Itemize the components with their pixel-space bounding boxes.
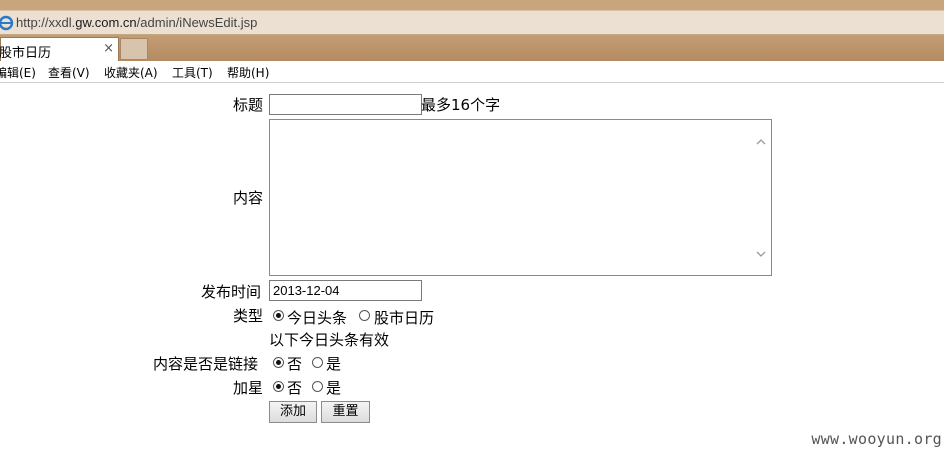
chevron-up-icon[interactable] (755, 136, 767, 148)
reset-button[interactable]: 重置 (321, 401, 370, 423)
menu-tools[interactable]: 工具(T) (172, 64, 213, 81)
address-bar[interactable]: http://xxdl.gw.com.cn/admin/iNewsEdit.js… (0, 10, 944, 35)
ie-browser-icon (0, 15, 14, 31)
star-option-yes: 是 (326, 379, 342, 397)
title-hint: 最多16个字 (421, 96, 501, 114)
new-tab-button[interactable] (120, 38, 148, 60)
menu-help[interactable]: 帮助(H) (227, 64, 269, 81)
star-radio-no[interactable] (273, 381, 284, 392)
is-link-radio-yes[interactable] (312, 357, 323, 368)
title-input[interactable] (269, 94, 422, 115)
tab-title: 股市日历 (0, 46, 52, 61)
is-link-option-no: 否 (287, 355, 303, 373)
star-label: 加星 (233, 379, 264, 397)
type-radio-calendar[interactable] (359, 310, 370, 321)
content-label: 内容 (233, 189, 264, 207)
menu-edit[interactable]: 编辑(E) (0, 64, 36, 81)
tab-active[interactable]: 股市日历 × (0, 37, 119, 61)
type-label: 类型 (233, 307, 264, 325)
date-label: 发布时间 (201, 283, 262, 301)
address-url[interactable]: http://xxdl.gw.com.cn/admin/iNewsEdit.js… (16, 15, 257, 30)
watermark: www.wooyun.org (811, 430, 942, 448)
type-radio-headline[interactable] (273, 310, 284, 321)
star-radio-yes[interactable] (312, 381, 323, 392)
url-domain: gw.com.cn (75, 15, 137, 30)
url-prefix: http://xxdl. (16, 15, 76, 30)
tab-bar: 股市日历 × (0, 35, 944, 61)
type-option-calendar: 股市日历 (374, 309, 435, 327)
menu-view[interactable]: 查看(V) (48, 64, 90, 81)
url-path: /admin/iNewsEdit.jsp (136, 15, 258, 30)
content-textarea[interactable] (269, 119, 772, 276)
is-link-radio-no[interactable] (273, 357, 284, 368)
menu-bar: 编辑(E) 查看(V) 收藏夹(A) 工具(T) 帮助(H) (0, 61, 944, 83)
headline-note: 以下今日头条有效 (269, 331, 390, 349)
menu-favorites[interactable]: 收藏夹(A) (104, 64, 158, 81)
date-input[interactable] (269, 280, 422, 301)
add-button[interactable]: 添加 (269, 401, 317, 423)
is-link-label: 内容是否是链接 (153, 355, 259, 373)
title-label: 标题 (233, 96, 264, 114)
chevron-down-icon[interactable] (755, 248, 767, 260)
type-option-headline: 今日头条 (287, 309, 348, 327)
close-icon[interactable]: × (103, 41, 114, 56)
is-link-option-yes: 是 (326, 355, 342, 373)
star-option-no: 否 (287, 379, 303, 397)
window-top-strip (0, 0, 944, 10)
